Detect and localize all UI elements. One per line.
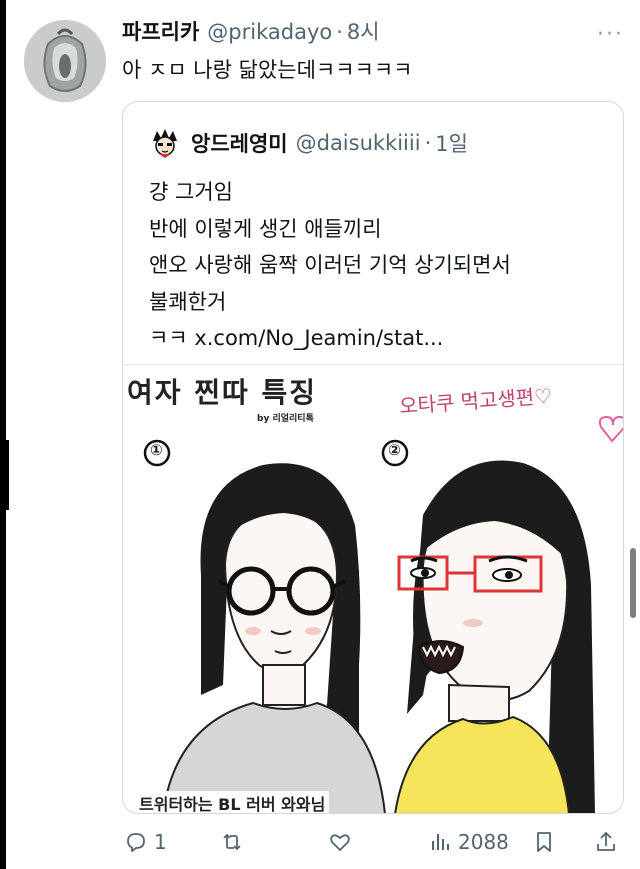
scrollbar[interactable] <box>630 548 636 618</box>
retweet-icon <box>223 834 241 850</box>
quote-line: 걍 그거임 <box>149 180 233 204</box>
left-edge-tab <box>0 440 9 510</box>
tweet-time[interactable]: 8시 <box>347 16 380 46</box>
cartoon-illustration <box>143 415 623 813</box>
tweet-text: 아 ㅈㅁ 나랑 닮았는데ㅋㅋㅋㅋㅋ <box>122 58 413 82</box>
author-name[interactable]: 파프리카 <box>122 16 199 46</box>
quoted-tweet-card[interactable]: 앙드레영미 @daisukkiiii · 1일 걍 그거임 반에 이렇게 생긴 … <box>122 101 624 814</box>
heart-icon <box>330 834 350 851</box>
views-count: 2088 <box>458 830 509 854</box>
quote-header: 앙드레영미 @daisukkiiii · 1일 <box>149 127 468 159</box>
reply-icon <box>127 833 145 852</box>
quote-line: 앤오 사랑해 움짝 이러던 기억 상기되면서 <box>149 253 511 277</box>
label-one: ① <box>150 441 163 459</box>
bookmark-icon <box>537 832 551 852</box>
retweet-button[interactable] <box>220 830 244 854</box>
share-icon <box>597 832 615 851</box>
left-edge-bar <box>0 0 6 869</box>
quote-link-line[interactable]: ㅋㅋ x.com/No_Jeamin/stat... <box>149 320 511 357</box>
cartoon-title: 여자 찐따 특징 <box>127 376 318 409</box>
separator-dot: · <box>336 20 343 44</box>
tweet-header: 파프리카 @prikadayo · 8시 <box>122 16 626 48</box>
quote-time[interactable]: 1일 <box>435 128 468 158</box>
views-icon <box>432 834 449 850</box>
author-handle[interactable]: @prikadayo <box>207 20 332 44</box>
share-button[interactable] <box>594 830 618 854</box>
cartoon-byline: by 리얼리티톡 <box>257 414 314 424</box>
more-options-icon[interactable]: ··· <box>597 22 624 47</box>
quote-image[interactable]: 여자 찐따 특징 by 리얼리티톡 ① ② 오타쿠 먹고생편♡ 트위터하는 BL… <box>123 364 623 813</box>
quote-author-handle[interactable]: @daisukkiiii <box>296 131 421 155</box>
quote-separator-dot: · <box>424 131 432 155</box>
quote-line: 불쾌한거 <box>149 289 227 314</box>
label-two: ② <box>388 441 401 459</box>
quote-author-name[interactable]: 앙드레영미 <box>191 128 288 158</box>
quote-line: 반에 이렇게 생긴 애들끼리 <box>149 216 382 241</box>
reply-count: 1 <box>154 830 167 854</box>
author-avatar[interactable] <box>24 20 106 102</box>
bookmark-button[interactable] <box>532 830 556 854</box>
bottom-caption: 트위터하는 BL 러버 와와님 <box>135 791 330 813</box>
quote-author-avatar[interactable] <box>149 127 181 159</box>
views-button[interactable]: 2088 <box>428 830 509 854</box>
reply-button[interactable]: 1 <box>124 830 167 854</box>
quote-text: 걍 그거임 반에 이렇게 생긴 애들끼리 앤오 사랑해 움짝 이러던 기억 상기… <box>149 174 511 357</box>
action-bar: 1 2088 <box>122 826 622 866</box>
like-button[interactable] <box>328 830 352 854</box>
